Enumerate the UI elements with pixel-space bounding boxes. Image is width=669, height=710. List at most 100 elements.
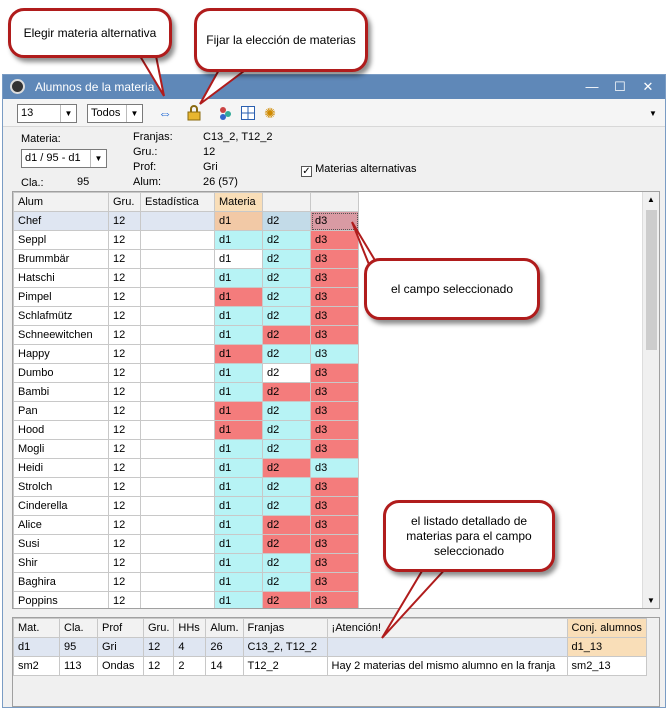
student-group-cell[interactable]: 12	[108, 420, 141, 440]
student-group-cell[interactable]: 12	[108, 458, 141, 478]
detail-row[interactable]: sm2 113 Ondas 12 2 14 T12_2 Hay 2 materi…	[13, 656, 647, 676]
detail-cell[interactable]: sm2_13	[566, 656, 647, 676]
materia-combo[interactable]: d1 / 95 - d1 ▼	[21, 149, 107, 168]
student-row[interactable]: Heidi 12 d1 d2 d3	[13, 458, 359, 478]
detail-cell[interactable]: Ondas	[97, 656, 144, 676]
student-group-cell[interactable]: 12	[108, 572, 141, 592]
subject-option-cell[interactable]: d3	[310, 211, 359, 231]
detail-cell[interactable]: 12	[142, 656, 175, 676]
student-name-cell[interactable]: Cinderella	[13, 496, 109, 516]
subject-option-cell[interactable]: d1	[214, 325, 263, 345]
subject-option-cell[interactable]: d2	[262, 553, 311, 573]
detail-cell[interactable]: 12	[142, 637, 175, 657]
subject-option-cell[interactable]: d1	[214, 306, 263, 326]
detail-cell[interactable]: 113	[59, 656, 98, 676]
detail-col-atencion[interactable]: ¡Atención!	[326, 618, 568, 638]
student-stat-cell[interactable]	[140, 325, 215, 345]
subject-option-cell[interactable]: d2	[262, 344, 311, 364]
student-stat-cell[interactable]	[140, 439, 215, 459]
student-stat-cell[interactable]	[140, 572, 215, 592]
subject-option-cell[interactable]: d2	[262, 591, 311, 608]
student-group-cell[interactable]: 12	[108, 382, 141, 402]
student-row[interactable]: Baghira 12 d1 d2 d3	[13, 572, 359, 592]
subject-option-cell[interactable]: d3	[310, 363, 359, 383]
subject-option-cell[interactable]: d1	[214, 496, 263, 516]
subject-option-cell[interactable]: d3	[310, 439, 359, 459]
student-row[interactable]: Brummbär 12 d1 d2 d3	[13, 249, 359, 269]
student-row[interactable]: Susi 12 d1 d2 d3	[13, 534, 359, 554]
student-stat-cell[interactable]	[140, 534, 215, 554]
subject-option-cell[interactable]: d1	[214, 572, 263, 592]
student-group-cell[interactable]: 12	[108, 401, 141, 421]
subject-option-cell[interactable]: d2	[262, 477, 311, 497]
student-group-cell[interactable]: 12	[108, 591, 141, 608]
student-stat-cell[interactable]	[140, 515, 215, 535]
student-stat-cell[interactable]	[140, 477, 215, 497]
subject-option-cell[interactable]: d2	[262, 249, 311, 269]
student-row[interactable]: Alice 12 d1 d2 d3	[13, 515, 359, 535]
swap-arrows-icon[interactable]: ⇔	[155, 103, 175, 123]
student-stat-cell[interactable]	[140, 249, 215, 269]
subject-option-cell[interactable]: d3	[310, 420, 359, 440]
detail-cell[interactable]: 2	[173, 656, 207, 676]
col-header-estadistica[interactable]: Estadística	[140, 192, 215, 212]
subject-option-cell[interactable]: d1	[214, 268, 263, 288]
student-name-cell[interactable]: Heidi	[13, 458, 109, 478]
student-row[interactable]: Strolch 12 d1 d2 d3	[13, 477, 359, 497]
student-row[interactable]: Bambi 12 d1 d2 d3	[13, 382, 359, 402]
student-stat-cell[interactable]	[140, 306, 215, 326]
lock-icon[interactable]	[184, 103, 204, 123]
detail-cell[interactable]: 95	[59, 637, 98, 657]
detail-col-franjas[interactable]: Franjas	[242, 618, 328, 638]
subject-option-cell[interactable]: d3	[310, 591, 359, 608]
detail-col-alum[interactable]: Alum.	[205, 618, 244, 638]
subject-option-cell[interactable]: d3	[310, 515, 359, 535]
scroll-thumb[interactable]	[646, 210, 657, 350]
detail-col-hhs[interactable]: HHs	[173, 618, 207, 638]
grid-view-icon[interactable]	[238, 103, 258, 123]
detail-col-conj-alumnos[interactable]: Conj. alumnos	[566, 618, 647, 638]
students-icon[interactable]	[215, 103, 235, 123]
student-stat-cell[interactable]	[140, 363, 215, 383]
subject-option-cell[interactable]: d2	[262, 572, 311, 592]
subject-option-cell[interactable]: d2	[262, 401, 311, 421]
detail-col-prof[interactable]: Prof	[97, 618, 144, 638]
student-group-cell[interactable]: 12	[108, 249, 141, 269]
student-stat-cell[interactable]	[140, 230, 215, 250]
minimize-button[interactable]: —	[581, 77, 603, 97]
student-group-cell[interactable]: 12	[108, 344, 141, 364]
close-button[interactable]: ✕	[637, 77, 659, 97]
student-name-cell[interactable]: Shir	[13, 553, 109, 573]
detail-cell[interactable]: d1_13	[566, 637, 647, 657]
student-group-cell[interactable]: 12	[108, 534, 141, 554]
subject-option-cell[interactable]: d3	[310, 534, 359, 554]
toolbar-overflow-icon[interactable]: ▼	[643, 103, 663, 123]
student-row[interactable]: Seppl 12 d1 d2 d3	[13, 230, 359, 250]
subject-option-cell[interactable]: d2	[262, 515, 311, 535]
subject-option-cell[interactable]: d3	[310, 306, 359, 326]
detail-cell[interactable]	[326, 637, 568, 657]
subject-option-cell[interactable]: d2	[262, 325, 311, 345]
subject-option-cell[interactable]: d1	[214, 515, 263, 535]
student-row[interactable]: Dumbo 12 d1 d2 d3	[13, 363, 359, 383]
student-group-cell[interactable]: 12	[108, 230, 141, 250]
col-header-blank-2[interactable]	[310, 192, 359, 212]
student-group-cell[interactable]: 12	[108, 553, 141, 573]
student-name-cell[interactable]: Brummbär	[13, 249, 109, 269]
detail-col-gru[interactable]: Gru.	[142, 618, 175, 638]
student-group-cell[interactable]: 12	[108, 306, 141, 326]
student-name-cell[interactable]: Bambi	[13, 382, 109, 402]
student-row[interactable]: Hatschi 12 d1 d2 d3	[13, 268, 359, 288]
checkbox-checked-icon[interactable]: ✓	[301, 166, 312, 177]
student-group-cell[interactable]: 12	[108, 287, 141, 307]
subject-option-cell[interactable]: d1	[214, 534, 263, 554]
student-name-cell[interactable]: Mogli	[13, 439, 109, 459]
title-bar[interactable]: Alumnos de la materia — ☐ ✕	[3, 75, 665, 99]
student-row[interactable]: Schlafmütz 12 d1 d2 d3	[13, 306, 359, 326]
student-stat-cell[interactable]	[140, 496, 215, 516]
student-name-cell[interactable]: Baghira	[13, 572, 109, 592]
student-group-cell[interactable]: 12	[108, 439, 141, 459]
student-stat-cell[interactable]	[140, 591, 215, 608]
subject-option-cell[interactable]: d1	[214, 344, 263, 364]
chevron-down-icon[interactable]: ▼	[60, 105, 76, 122]
